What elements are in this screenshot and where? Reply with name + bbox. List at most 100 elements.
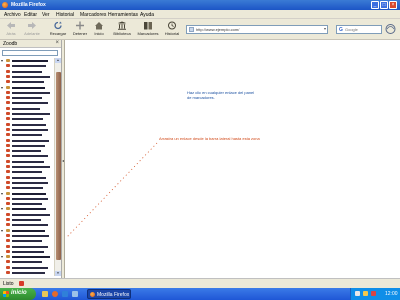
bookmark-folder[interactable]: ▾	[0, 254, 52, 259]
google-icon[interactable]: G	[339, 27, 343, 33]
reload-button[interactable]: Recargar	[46, 21, 70, 39]
scroll-down-icon[interactable]: ▼	[55, 271, 61, 276]
bookmark-item[interactable]	[0, 222, 52, 227]
bookmark-item[interactable]	[0, 249, 52, 254]
bookmark-item[interactable]	[0, 212, 52, 217]
history-icon	[168, 21, 176, 30]
bookmark-item[interactable]	[0, 69, 52, 74]
home-button[interactable]: Inicio	[90, 21, 108, 39]
bookmark-label	[12, 256, 50, 259]
bookmark-item[interactable]	[0, 132, 52, 137]
sidebar-close-icon[interactable]: ×	[55, 40, 59, 46]
menu-historial[interactable]: Historial	[56, 12, 74, 18]
quicklaunch-firefox-icon[interactable]	[52, 291, 58, 297]
chevron-down-icon[interactable]: ▾	[324, 26, 326, 31]
bookmarks-button[interactable]: Marcadores	[136, 21, 160, 39]
history-button[interactable]: Historial	[162, 21, 182, 39]
bookmarks-icon	[144, 22, 152, 30]
menu-ayuda[interactable]: Ayuda	[140, 12, 154, 18]
bookmark-item[interactable]	[0, 143, 52, 148]
tray-network-icon[interactable]	[355, 291, 360, 296]
bookmark-item[interactable]	[0, 106, 52, 111]
sidebar-scrollbar[interactable]: ▲ ▼	[54, 58, 61, 276]
bookmark-item[interactable]	[0, 185, 52, 190]
address-bar[interactable]: ▾	[186, 25, 328, 34]
bookmark-item[interactable]	[0, 159, 52, 164]
bookmark-item[interactable]	[0, 127, 52, 132]
bookmark-item[interactable]	[0, 175, 52, 180]
bookmark-tree: ▾ ▾ ▾ ▾ ▾ ▾	[0, 58, 52, 276]
bookmark-item[interactable]	[0, 201, 52, 206]
scroll-up-icon[interactable]: ▲	[55, 58, 61, 63]
search-input[interactable]	[345, 26, 381, 33]
favicon-icon	[6, 112, 10, 115]
bookmark-item[interactable]	[0, 138, 52, 143]
bookmark-item[interactable]	[0, 90, 52, 95]
bookmark-item[interactable]	[0, 95, 52, 100]
menu-ver[interactable]: Ver	[42, 12, 50, 18]
close-button[interactable]: ×	[389, 1, 397, 9]
bookmark-item[interactable]	[0, 233, 52, 238]
bookmark-item[interactable]	[0, 238, 52, 243]
bookmark-item[interactable]	[0, 63, 52, 68]
twisty-icon[interactable]: ▾	[1, 254, 3, 259]
bookmark-item[interactable]	[0, 180, 52, 185]
bookmark-item[interactable]	[0, 169, 52, 174]
start-button[interactable]: inicio	[0, 288, 36, 300]
quicklaunch-folder-icon[interactable]	[42, 291, 48, 297]
taskbar-firefox-window[interactable]: Mozilla Firefox	[87, 289, 131, 299]
favicon-icon	[6, 138, 10, 142]
bookmark-label	[12, 70, 42, 73]
bookmark-item[interactable]	[0, 111, 52, 116]
bookmark-folder[interactable]: ▾	[0, 206, 52, 211]
bookmark-item[interactable]	[0, 217, 52, 222]
bookmark-folder[interactable]: ▾	[0, 58, 52, 63]
bookmark-item[interactable]	[0, 74, 52, 79]
url-input[interactable]	[196, 26, 320, 33]
stop-button[interactable]: Detener	[70, 21, 90, 39]
favicon-icon	[6, 159, 10, 163]
menu-marcadores[interactable]: Marcadores	[80, 12, 106, 18]
bookmark-label	[12, 128, 48, 131]
stop-icon	[76, 21, 84, 30]
scroll-thumb[interactable]	[56, 72, 61, 260]
bookmark-item[interactable]	[0, 148, 52, 153]
tray-security-icon[interactable]	[371, 291, 376, 296]
bookmark-label	[12, 234, 49, 237]
search-bar[interactable]: G	[336, 25, 382, 34]
bookmark-item[interactable]	[0, 122, 52, 127]
twisty-icon[interactable]: ▾	[1, 58, 3, 63]
menu-archivo[interactable]: Archivo	[4, 12, 21, 18]
maximize-button[interactable]: □	[380, 1, 388, 9]
quicklaunch-desktop-icon[interactable]	[72, 291, 78, 297]
bookmark-item[interactable]	[0, 164, 52, 169]
twisty-icon[interactable]: ▾	[1, 206, 3, 211]
twisty-icon[interactable]: ▾	[1, 228, 3, 233]
bookmark-item[interactable]	[0, 79, 52, 84]
tray-volume-icon[interactable]	[363, 291, 368, 296]
bookmark-item[interactable]	[0, 196, 52, 201]
twisty-icon[interactable]: ▾	[1, 85, 3, 90]
bookmark-folder[interactable]: ▾	[0, 191, 52, 196]
bookmark-folder[interactable]: ▾	[0, 228, 52, 233]
bookmark-label	[12, 139, 49, 142]
bookmark-item[interactable]	[0, 259, 52, 264]
forward-button[interactable]: Adelante	[21, 21, 43, 39]
bookmark-item[interactable]	[0, 244, 52, 249]
menu-editar[interactable]: Editar	[24, 12, 37, 18]
menu-herramientas[interactable]: Herramientas	[108, 12, 138, 18]
bookmark-item[interactable]	[0, 270, 52, 275]
bookmark-item[interactable]	[0, 116, 52, 121]
bookmark-folder[interactable]: ▾	[0, 85, 52, 90]
favicon-icon	[6, 233, 10, 237]
minimize-button[interactable]: _	[371, 1, 379, 9]
sidebar-search-input[interactable]	[2, 50, 58, 56]
bookmark-item[interactable]	[0, 265, 52, 270]
splitter-grip-icon[interactable]: ◂	[62, 158, 64, 163]
bookmark-item[interactable]	[0, 153, 52, 158]
back-button[interactable]: Atrás	[2, 21, 20, 39]
bookmark-item[interactable]	[0, 100, 52, 105]
quicklaunch-ie-icon[interactable]	[62, 291, 68, 297]
twisty-icon[interactable]: ▾	[1, 191, 3, 196]
library-button[interactable]: Biblioteca	[110, 21, 134, 39]
